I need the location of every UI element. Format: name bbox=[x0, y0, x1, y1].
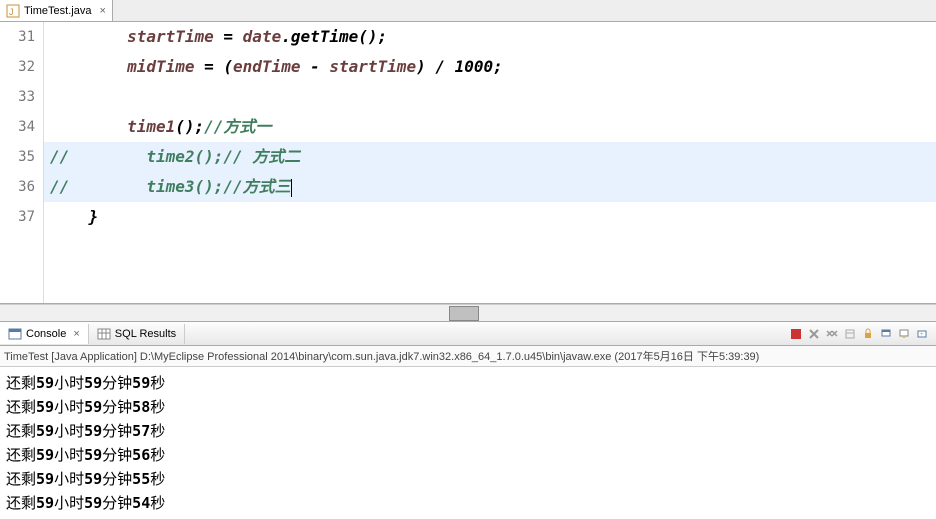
editor-tab-bar: J TimeTest.java × bbox=[0, 0, 936, 22]
clear-console-button[interactable] bbox=[842, 326, 858, 342]
scroll-lock-button[interactable] bbox=[860, 326, 876, 342]
close-icon[interactable]: × bbox=[73, 328, 79, 340]
code-editor[interactable]: 31323334353637 startTime = date.getTime(… bbox=[0, 22, 936, 304]
pin-console-button[interactable] bbox=[878, 326, 894, 342]
remove-all-button[interactable] bbox=[824, 326, 840, 342]
console-icon bbox=[8, 327, 22, 341]
display-selected-console-button[interactable] bbox=[896, 326, 912, 342]
svg-text:+: + bbox=[920, 332, 924, 338]
open-console-button[interactable]: + bbox=[914, 326, 930, 342]
sql-results-tab[interactable]: SQL Results bbox=[89, 324, 185, 344]
java-file-icon: J bbox=[6, 4, 20, 18]
horizontal-scrollbar[interactable] bbox=[0, 304, 936, 321]
console-line: 还剩59小时59分钟58秒 bbox=[6, 395, 930, 419]
code-content[interactable]: startTime = date.getTime(); midTime = (e… bbox=[44, 22, 936, 303]
scrollbar-thumb[interactable] bbox=[449, 306, 479, 321]
console-tab[interactable]: Console × bbox=[0, 324, 89, 344]
file-tab-label: TimeTest.java bbox=[24, 5, 91, 17]
sql-tab-label: SQL Results bbox=[115, 328, 176, 340]
file-tab[interactable]: J TimeTest.java × bbox=[0, 0, 113, 21]
console-output[interactable]: 还剩59小时59分钟59秒还剩59小时59分钟58秒还剩59小时59分钟57秒还… bbox=[0, 367, 936, 519]
terminate-button[interactable] bbox=[788, 326, 804, 342]
svg-text:J: J bbox=[9, 7, 14, 17]
console-tab-label: Console bbox=[26, 328, 66, 340]
close-icon[interactable]: × bbox=[99, 5, 105, 17]
console-toolbar: + bbox=[788, 326, 936, 342]
bottom-tab-bar: Console × SQL Results + bbox=[0, 322, 936, 346]
console-line: 还剩59小时59分钟56秒 bbox=[6, 443, 930, 467]
console-line: 还剩59小时59分钟55秒 bbox=[6, 467, 930, 491]
console-line: 还剩59小时59分钟59秒 bbox=[6, 371, 930, 395]
console-line: 还剩59小时59分钟57秒 bbox=[6, 419, 930, 443]
launch-info: TimeTest [Java Application] D:\MyEclipse… bbox=[0, 346, 936, 367]
table-icon bbox=[97, 327, 111, 341]
bottom-pane: Console × SQL Results + TimeTest [Java A… bbox=[0, 321, 936, 519]
console-line: 还剩59小时59分钟54秒 bbox=[6, 491, 930, 515]
remove-launch-button[interactable] bbox=[806, 326, 822, 342]
line-number-gutter: 31323334353637 bbox=[0, 22, 44, 303]
